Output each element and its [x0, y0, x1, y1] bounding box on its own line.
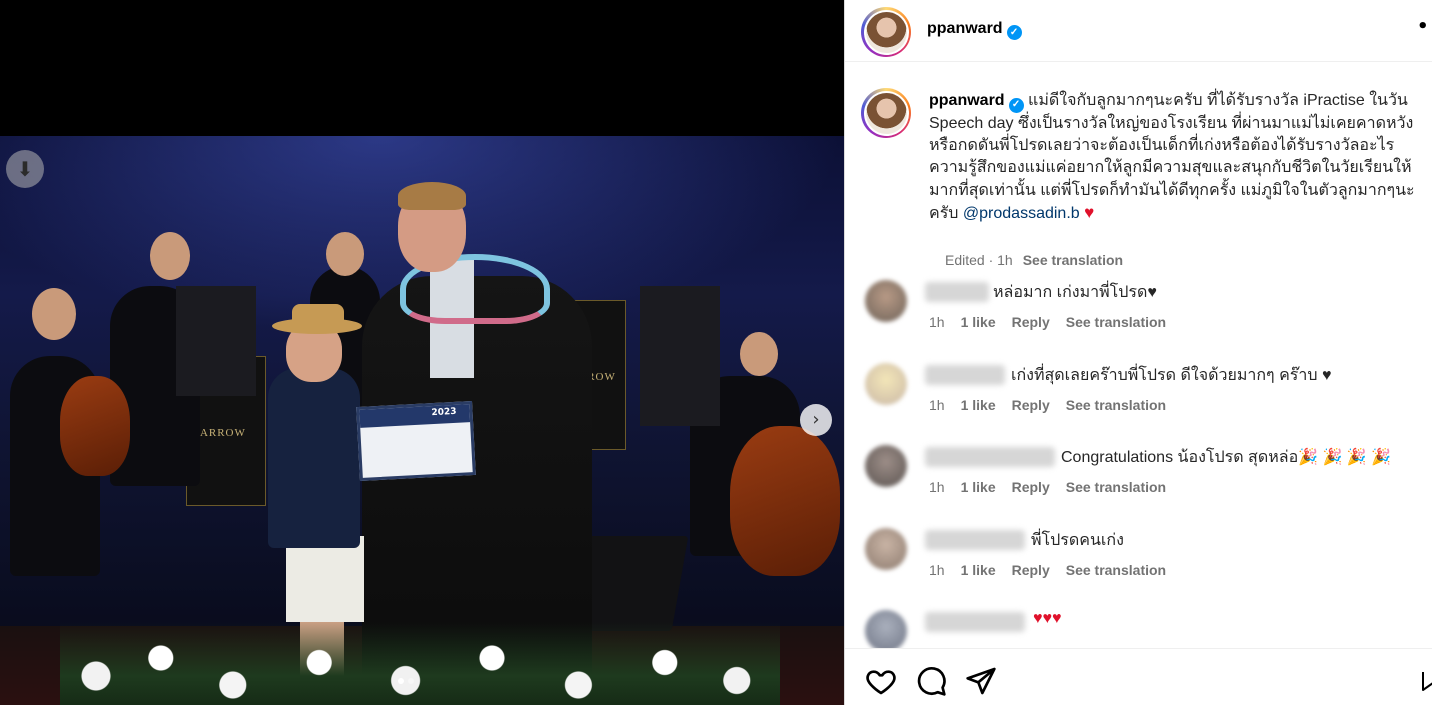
- caption-mention-link[interactable]: @prodassadin.b: [963, 205, 1080, 222]
- carousel-dot: [408, 678, 414, 684]
- award-certificate: 2023: [356, 401, 476, 481]
- avatar-ring-gap: [863, 9, 909, 55]
- comment-meta: 1h 1 like Reply See translation: [929, 314, 1182, 330]
- more-options-icon[interactable]: •: [1417, 16, 1429, 37]
- comments-scroll-area[interactable]: ppanward ✓ แม่ดีใจกับลูกมากๆนะครับ ที่ได้…: [845, 70, 1432, 648]
- comment-text: หล่อมาก เก่งมาพี่โปรด♥: [993, 284, 1157, 301]
- boy-shorts: [286, 536, 364, 622]
- musician-head: [150, 232, 190, 280]
- comment-likes[interactable]: 1 like: [961, 562, 996, 578]
- commenter-avatar[interactable]: [865, 280, 907, 322]
- cello: [730, 426, 840, 576]
- music-stand: [640, 286, 720, 426]
- download-button[interactable]: ⬇: [6, 150, 44, 188]
- caption-username[interactable]: ppanward: [929, 92, 1005, 109]
- commenter-username-blurred[interactable]: [925, 530, 1025, 550]
- music-stand: [176, 286, 256, 396]
- commenter-username-blurred[interactable]: [925, 612, 1025, 632]
- post-header: ppanward ✓ •: [845, 0, 1432, 62]
- flower-arrangement: [60, 622, 780, 705]
- comment-meta: 1h 1 like Reply See translation: [929, 479, 1182, 495]
- post-media: HARROW HARROW: [0, 0, 844, 705]
- comment-see-translation[interactable]: See translation: [1066, 314, 1166, 330]
- boater-hat-brim: [272, 318, 362, 334]
- comment-item: หล่อมาก เก่งมาพี่โปรด♥ 1h 1 like Reply See …: [865, 280, 1425, 352]
- carousel-dots: [398, 678, 414, 684]
- comment-text: พี่โปรดคนเก่ง: [1031, 532, 1124, 549]
- comment-likes[interactable]: 1 like: [961, 479, 996, 495]
- comment-see-translation[interactable]: See translation: [1066, 397, 1166, 413]
- comment-text: Congratulations น้องโปรด สุดหล่อ🎉 🎉 🎉 🎉: [1061, 449, 1392, 466]
- username-text: ppanward: [927, 20, 1003, 37]
- musician-head: [32, 288, 76, 340]
- next-image-button[interactable]: ›: [800, 404, 832, 436]
- comment-time: 1h: [929, 314, 945, 330]
- reply-button[interactable]: Reply: [1012, 314, 1050, 330]
- caption-text: แม่ดีใจกับลูกมากๆนะครับ ที่ได้รับรางวัล …: [929, 92, 1415, 222]
- author-username[interactable]: ppanward ✓: [927, 20, 1022, 40]
- commenter-username-blurred[interactable]: [925, 282, 989, 302]
- author-avatar[interactable]: [861, 7, 911, 57]
- post-side-panel: ppanward ✓ • ppanward ✓ แม่ดีใจกับลูกมากๆน…: [844, 0, 1432, 705]
- comment-see-translation[interactable]: See translation: [1066, 479, 1166, 495]
- comment-item: Congratulations น้องโปรด สุดหล่อ🎉 🎉 🎉 🎉 …: [865, 445, 1425, 517]
- verified-badge-icon: ✓: [1008, 97, 1024, 113]
- commenter-avatar[interactable]: [865, 363, 907, 405]
- caption-meta: Edited · 1h See translation: [945, 252, 1123, 268]
- comment-meta: 1h 1 like Reply See translation: [929, 562, 1182, 578]
- comment-see-translation[interactable]: See translation: [1066, 562, 1166, 578]
- download-arrow-icon: ⬇: [16, 157, 34, 181]
- comment-item: พี่โปรดคนเก่ง 1h 1 like Reply See translati…: [865, 528, 1425, 600]
- red-heart-icon: ♥: [1084, 202, 1095, 222]
- caption-edited-time: Edited · 1h: [945, 252, 1013, 268]
- commenter-avatar[interactable]: [865, 528, 907, 570]
- caption-author-avatar[interactable]: [861, 88, 911, 138]
- reply-button[interactable]: Reply: [1012, 479, 1050, 495]
- comment-bubble-icon[interactable]: [915, 665, 947, 697]
- comment-likes[interactable]: 1 like: [961, 397, 996, 413]
- comment-time: 1h: [929, 397, 945, 413]
- commenter-username-blurred[interactable]: [925, 447, 1055, 467]
- avatar-photo: [865, 92, 907, 134]
- reply-button[interactable]: Reply: [1012, 397, 1050, 413]
- paper-plane-icon[interactable]: [965, 665, 997, 697]
- verified-badge-icon: ✓: [1006, 25, 1022, 40]
- avatar-photo: [865, 11, 907, 53]
- boy-jacket: [268, 368, 360, 548]
- presenter-hair: [398, 182, 466, 210]
- comment-item: ♥♥♥: [865, 610, 1425, 648]
- post-photo[interactable]: HARROW HARROW: [0, 136, 844, 705]
- musician-head: [740, 332, 778, 376]
- comment-time: 1h: [929, 562, 945, 578]
- musician-head: [326, 232, 364, 276]
- comment-item: เก่งที่สุดเลยคร๊าบพี่โปรด ดีใจด้วยมากๆ ค…: [865, 363, 1425, 435]
- post-action-bar: [845, 648, 1432, 705]
- commenter-avatar[interactable]: [865, 445, 907, 487]
- commenter-avatar[interactable]: [865, 610, 907, 648]
- comment-meta: 1h 1 like Reply See translation: [929, 397, 1182, 413]
- caption-body: ppanward ✓ แม่ดีใจกับลูกมากๆนะครับ ที่ได้…: [929, 90, 1431, 225]
- commenter-username-blurred[interactable]: [925, 365, 1005, 385]
- heart-outline-icon[interactable]: [865, 665, 897, 697]
- comment-text: ♥♥♥: [1033, 610, 1062, 627]
- avatar-ring-gap: [863, 90, 909, 136]
- carousel-dot-active: [398, 678, 404, 684]
- comment-text: เก่งที่สุดเลยคร๊าบพี่โปรด ดีใจด้วยมากๆ ค…: [1011, 367, 1332, 384]
- chevron-right-icon: ›: [812, 409, 820, 430]
- caption-see-translation[interactable]: See translation: [1023, 252, 1123, 268]
- comment-likes[interactable]: 1 like: [961, 314, 996, 330]
- violin: [60, 376, 130, 476]
- reply-button[interactable]: Reply: [1012, 562, 1050, 578]
- bookmark-icon[interactable]: [1421, 665, 1432, 697]
- comment-time: 1h: [929, 479, 945, 495]
- certificate-year: 2023: [431, 406, 457, 419]
